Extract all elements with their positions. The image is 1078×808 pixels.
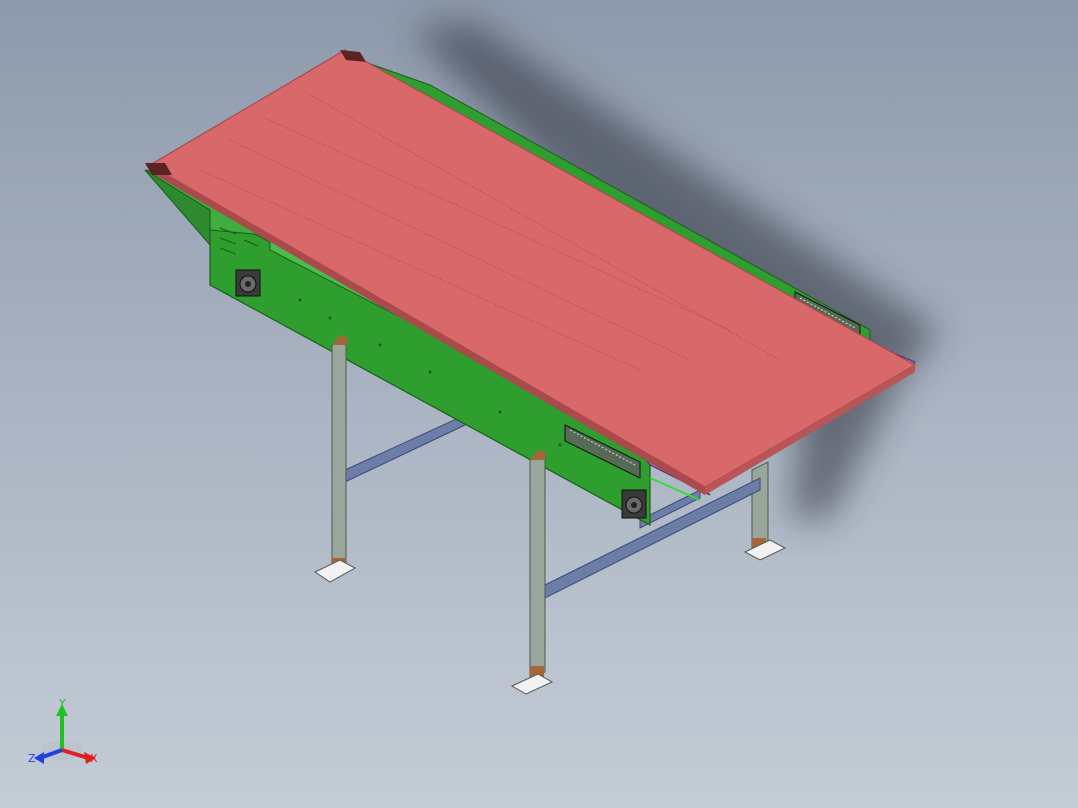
front-leg-right (510, 450, 554, 695)
triad-x-label: X (90, 752, 98, 765)
coordinate-triad-icon[interactable]: Y X Z (28, 697, 98, 765)
front-leg-left (313, 335, 357, 583)
crossbar-upper (344, 414, 466, 483)
cad-viewport[interactable]: Y X Z (0, 0, 1078, 808)
bearing-icon[interactable] (621, 489, 647, 519)
conveyor-model[interactable]: Y X Z (0, 0, 1078, 808)
triad-z-label: Z (28, 752, 36, 765)
rear-leg-right (743, 461, 787, 561)
bearing-icon[interactable] (235, 269, 261, 297)
triad-y-label: Y (58, 697, 66, 710)
crossbar-lower (544, 477, 761, 599)
